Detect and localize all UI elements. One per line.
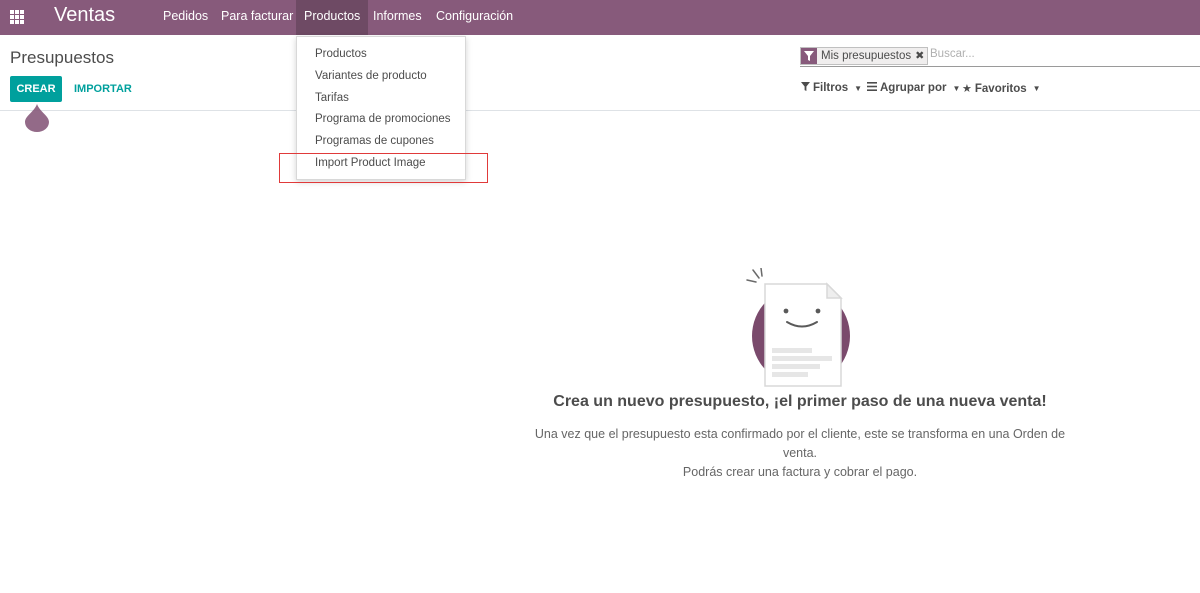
menu-para-facturar[interactable]: Para facturar (213, 0, 301, 35)
app-name[interactable]: Ventas (54, 4, 115, 27)
page-title: Presupuestos (10, 48, 114, 67)
empty-state-body-line1: Una vez que el presupuesto esta confirma… (534, 427, 1066, 460)
facet-label: Mis presupuestos (821, 50, 912, 62)
dropdown-item-tarifas[interactable]: Tarifas (315, 92, 349, 104)
facet-remove-icon[interactable]: ✖ (915, 48, 927, 64)
caret-down-icon: ▼ (854, 83, 863, 93)
empty-state-body-line2: Podrás crear una factura y cobrar el pag… (682, 465, 918, 479)
top-navbar: Ventas Pedidos Para facturar Productos I… (0, 0, 1200, 35)
filters-label: Filtros (813, 82, 849, 94)
search-facet[interactable]: Mis presupuestos ✖ (800, 47, 929, 65)
favorites-button[interactable]: ★ Favoritos ▼ (962, 82, 1041, 96)
tip-drop-icon[interactable] (24, 104, 50, 132)
caret-down-icon: ▼ (952, 83, 961, 93)
highlight-box (279, 153, 488, 183)
filters-button[interactable]: Filtros ▼ (801, 82, 862, 94)
create-button[interactable]: CREAR (10, 76, 62, 102)
menu-productos[interactable]: Productos (296, 0, 369, 35)
search-bar: Mis presupuestos ✖ (800, 46, 1200, 67)
dropdown-item-variantes[interactable]: Variantes de producto (315, 70, 427, 82)
star-icon: ★ (962, 83, 972, 95)
dropdown-item-promociones[interactable]: Programa de promociones (315, 113, 451, 125)
empty-state-body: Una vez que el presupuesto esta confirma… (530, 425, 1070, 482)
filter-icon (801, 82, 810, 94)
apps-menu-icon[interactable] (10, 10, 24, 24)
menu-configuracion[interactable]: Configuración (428, 0, 521, 35)
groupby-label: Agrupar por (880, 82, 947, 94)
groupby-button[interactable]: Agrupar por ▼ (867, 82, 960, 94)
dropdown-item-productos[interactable]: Productos (315, 48, 367, 60)
favorites-label: Favoritos (974, 82, 1027, 95)
smiling-document-icon (746, 268, 850, 387)
import-button[interactable]: IMPORTAR (74, 83, 132, 95)
caret-down-icon: ▼ (1032, 84, 1041, 93)
menu-informes[interactable]: Informes (365, 0, 430, 35)
dropdown-item-cupones[interactable]: Programas de cupones (315, 135, 434, 147)
control-panel: Presupuestos CREAR IMPORTAR Mis presupue… (0, 36, 1200, 111)
search-input[interactable] (930, 48, 1200, 60)
list-icon (867, 82, 877, 94)
empty-state-title: Crea un nuevo presupuesto, ¡el primer pa… (553, 393, 1047, 410)
filter-icon (801, 48, 817, 64)
menu-pedidos[interactable]: Pedidos (155, 0, 216, 35)
